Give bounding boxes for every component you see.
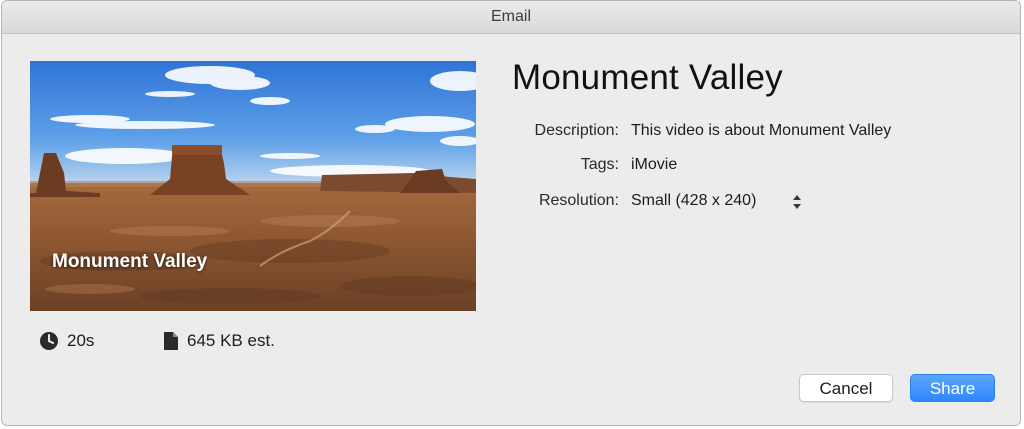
file-size-info: 645 KB est. <box>163 331 275 351</box>
share-button[interactable]: Share <box>910 374 995 402</box>
resolution-label: Resolution: <box>538 192 619 209</box>
window-title: Email <box>2 1 1020 34</box>
description-field[interactable]: This video is about Monument Valley <box>631 122 891 140</box>
duration-info: 20s <box>39 331 94 351</box>
email-dialog: Email Monument Valley 20s 645 KB est. Mo… <box>1 0 1021 426</box>
cancel-button[interactable]: Cancel <box>799 374 893 402</box>
resolution-select[interactable]: Small (428 x 240) <box>631 192 756 210</box>
clock-icon <box>39 331 59 351</box>
thumbnail-title: Monument Valley <box>52 251 208 272</box>
document-icon <box>163 331 179 351</box>
monument-valley-image <box>30 61 476 311</box>
tags-label: Tags: <box>580 156 619 173</box>
duration-value: 20s <box>67 331 95 350</box>
video-title: Monument Valley <box>512 58 783 97</box>
file-size-value: 645 KB est. <box>187 331 275 350</box>
tags-field[interactable]: iMovie <box>631 156 677 174</box>
video-thumbnail: Monument Valley <box>30 61 476 311</box>
resolution-stepper-icon[interactable] <box>791 192 803 212</box>
description-label: Description: <box>534 122 619 139</box>
